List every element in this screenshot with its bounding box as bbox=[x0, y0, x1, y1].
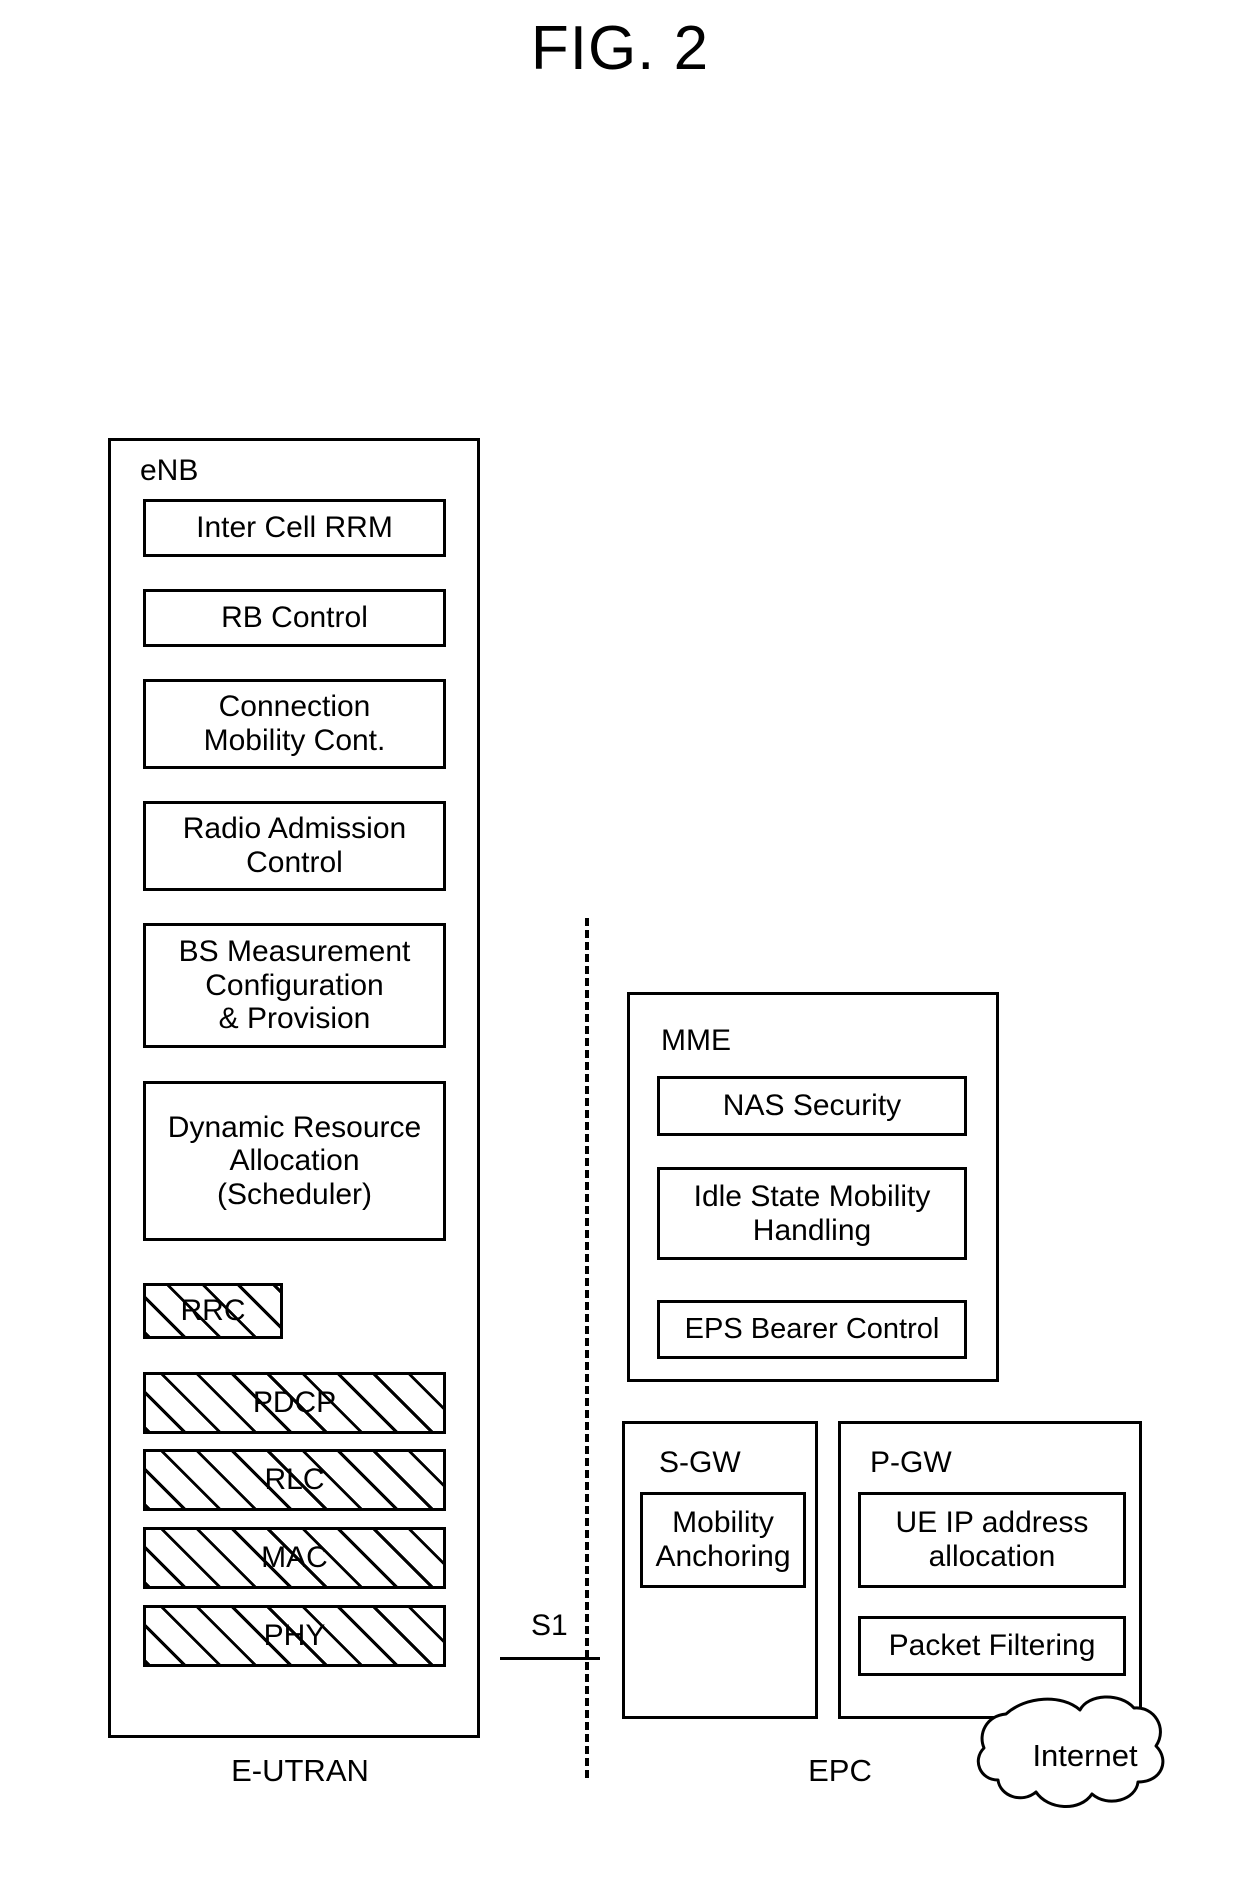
figure-canvas: FIG. 2 eNB Inter Cell RRM RB Control Con… bbox=[0, 0, 1240, 1886]
eutran-epc-divider bbox=[585, 918, 589, 1778]
enb-function-inter-cell-rrm: Inter Cell RRM bbox=[143, 499, 446, 557]
enb-protocol-label: PHY bbox=[263, 1619, 326, 1652]
mme-function-label: EPS Bearer Control bbox=[684, 1313, 940, 1346]
pgw-function-label: UE IP address allocation bbox=[895, 1506, 1089, 1573]
sgw-function-label: Mobility Anchoring bbox=[655, 1506, 791, 1573]
enb-protocol-rrc: RRC bbox=[143, 1283, 283, 1339]
enb-function-label: Inter Cell RRM bbox=[196, 511, 393, 545]
enb-protocol-mac: MAC bbox=[143, 1527, 446, 1589]
enb-function-connection-mobility-control: Connection Mobility Cont. bbox=[143, 679, 446, 769]
enb-function-label: Dynamic Resource Allocation (Scheduler) bbox=[167, 1110, 422, 1211]
enb-protocol-label: MAC bbox=[261, 1541, 328, 1574]
pgw-function-ue-ip-address-allocation: UE IP address allocation bbox=[858, 1492, 1126, 1588]
caption-epc: EPC bbox=[808, 1753, 872, 1788]
sgw-function-mobility-anchoring: Mobility Anchoring bbox=[640, 1492, 806, 1588]
enb-label: eNB bbox=[140, 454, 199, 487]
enb-protocol-phy: PHY bbox=[143, 1605, 446, 1667]
enb-function-label: Radio Admission Control bbox=[182, 812, 407, 879]
s1-interface-label: S1 bbox=[531, 1609, 568, 1642]
enb-function-label: Connection Mobility Cont. bbox=[203, 690, 386, 757]
mme-function-idle-state-mobility-handling: Idle State Mobility Handling bbox=[657, 1167, 967, 1260]
enb-protocol-label: PDCP bbox=[252, 1386, 337, 1419]
enb-function-bs-measurement-configuration: BS Measurement Configuration & Provision bbox=[143, 923, 446, 1048]
enb-function-label: BS Measurement Configuration & Provision bbox=[178, 935, 411, 1036]
pgw-function-label: Packet Filtering bbox=[888, 1629, 1096, 1663]
enb-protocol-label: RLC bbox=[264, 1463, 325, 1496]
mme-function-label: NAS Security bbox=[722, 1089, 902, 1123]
pgw-function-packet-filtering: Packet Filtering bbox=[858, 1616, 1126, 1676]
enb-function-label: RB Control bbox=[221, 601, 368, 635]
pgw-label: P-GW bbox=[870, 1446, 952, 1479]
enb-function-radio-admission-control: Radio Admission Control bbox=[143, 801, 446, 891]
enb-protocol-pdcp: PDCP bbox=[143, 1372, 446, 1434]
enb-function-dynamic-resource-allocation: Dynamic Resource Allocation (Scheduler) bbox=[143, 1081, 446, 1241]
mme-function-eps-bearer-control: EPS Bearer Control bbox=[657, 1300, 967, 1359]
caption-eutran: E-UTRAN bbox=[231, 1753, 369, 1788]
enb-protocol-rlc: RLC bbox=[143, 1449, 446, 1511]
mme-function-label: Idle State Mobility Handling bbox=[693, 1179, 931, 1247]
mme-label: MME bbox=[661, 1024, 731, 1057]
sgw-label: S-GW bbox=[659, 1446, 741, 1479]
figure-title: FIG. 2 bbox=[530, 14, 710, 83]
enb-function-rb-control: RB Control bbox=[143, 589, 446, 647]
internet-label: Internet bbox=[1032, 1738, 1138, 1773]
enb-protocol-label: RRC bbox=[180, 1294, 246, 1327]
mme-function-nas-security: NAS Security bbox=[657, 1076, 967, 1136]
